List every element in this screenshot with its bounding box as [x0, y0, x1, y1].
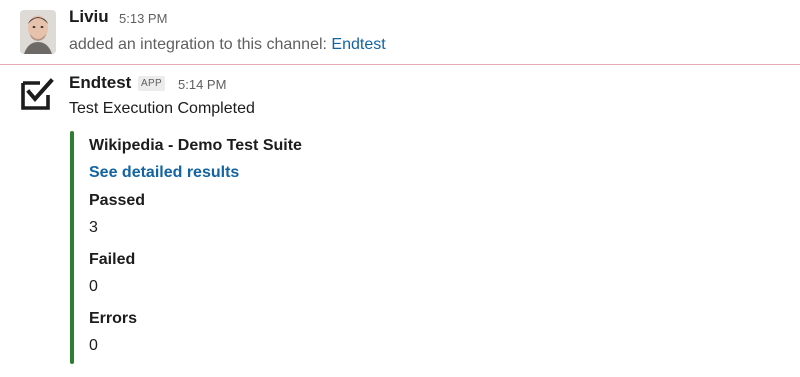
- timestamp[interactable]: 5:14 PM: [178, 77, 226, 92]
- checkbox-check-icon[interactable]: [20, 77, 54, 111]
- field-value-failed: 0: [89, 278, 98, 295]
- field-value-errors: 0: [89, 337, 98, 354]
- attachment-color-bar: [70, 131, 74, 364]
- author-name[interactable]: Liviu: [69, 7, 109, 27]
- app-badge: APP: [138, 76, 165, 91]
- attachment-title: Wikipedia - Demo Test Suite: [89, 137, 302, 154]
- field-label-errors: Errors: [89, 310, 138, 327]
- timestamp[interactable]: 5:13 PM: [119, 11, 167, 26]
- message-liviu: Liviu 5:13 PM added an integration to th…: [0, 0, 800, 64]
- message-pane: Liviu 5:13 PM added an integration to th…: [0, 0, 800, 377]
- message-text: Test Execution Completed: [69, 100, 255, 117]
- integration-link[interactable]: Endtest: [331, 36, 385, 53]
- field-value-passed: 3: [89, 219, 98, 236]
- new-messages-divider: [0, 64, 800, 65]
- detailed-results-link[interactable]: See detailed results: [89, 164, 239, 182]
- author-name[interactable]: Endtest: [69, 73, 131, 93]
- field-label-failed: Failed: [89, 251, 136, 268]
- avatar[interactable]: [20, 10, 56, 54]
- message-text: added an integration to this channel: En…: [69, 36, 386, 54]
- message-body: added an integration to this channel:: [69, 36, 332, 53]
- field-label-passed: Passed: [89, 192, 146, 209]
